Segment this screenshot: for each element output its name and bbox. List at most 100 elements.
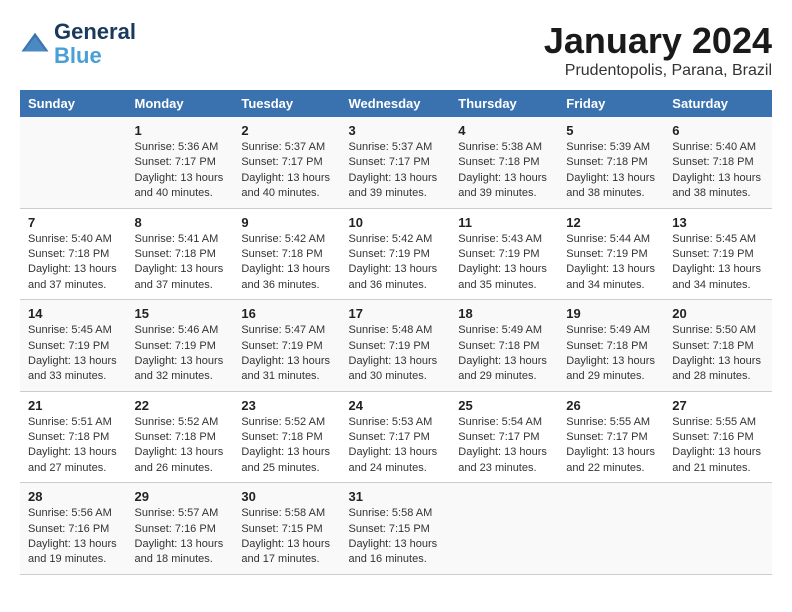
- calendar-week-row: 21 Sunrise: 5:51 AM Sunset: 7:18 PM Dayli…: [20, 391, 772, 483]
- day-number: 20: [672, 306, 764, 321]
- day-info: Sunrise: 5:37 AM Sunset: 7:17 PM Dayligh…: [349, 140, 443, 202]
- day-info: Sunrise: 5:55 AM Sunset: 7:17 PM Dayligh…: [566, 415, 656, 477]
- day-info: Sunrise: 5:41 AM Sunset: 7:18 PM Dayligh…: [135, 232, 226, 294]
- calendar-cell: 20 Sunrise: 5:50 AM Sunset: 7:18 PM Dayli…: [664, 300, 772, 392]
- day-number: 18: [458, 306, 550, 321]
- calendar-cell: [20, 117, 127, 208]
- day-info: Sunrise: 5:54 AM Sunset: 7:17 PM Dayligh…: [458, 415, 550, 477]
- calendar-week-row: 1 Sunrise: 5:36 AM Sunset: 7:17 PM Daylig…: [20, 117, 772, 208]
- calendar-cell: 3Sunrise: 5:37 AM Sunset: 7:17 PM Daylig…: [341, 117, 451, 208]
- calendar-cell: [664, 483, 772, 575]
- calendar-body: 1 Sunrise: 5:36 AM Sunset: 7:17 PM Daylig…: [20, 117, 772, 574]
- column-header-thursday: Thursday: [450, 90, 558, 117]
- day-info: Sunrise: 5:52 AM Sunset: 7:18 PM Dayligh…: [241, 415, 332, 477]
- calendar-cell: 30Sunrise: 5:58 AM Sunset: 7:15 PM Dayli…: [233, 483, 340, 575]
- day-info: Sunrise: 5:55 AM Sunset: 7:16 PM Dayligh…: [672, 415, 764, 477]
- day-number: 25: [458, 398, 550, 413]
- month-title: January 2024: [544, 20, 772, 62]
- calendar-cell: 19 Sunrise: 5:49 AM Sunset: 7:18 PM Dayli…: [558, 300, 664, 392]
- calendar-cell: [450, 483, 558, 575]
- day-info: Sunrise: 5:56 AM Sunset: 7:16 PM Dayligh…: [28, 506, 119, 568]
- calendar-cell: 12Sunrise: 5:44 AM Sunset: 7:19 PM Dayli…: [558, 208, 664, 300]
- calendar-cell: 26 Sunrise: 5:55 AM Sunset: 7:17 PM Dayli…: [558, 391, 664, 483]
- calendar-cell: 28Sunrise: 5:56 AM Sunset: 7:16 PM Dayli…: [20, 483, 127, 575]
- logo-line1: General: [54, 20, 136, 44]
- location: Prudentopolis, Parana, Brazil: [544, 62, 772, 80]
- day-info: Sunrise: 5:37 AM Sunset: 7:17 PM Dayligh…: [241, 140, 332, 202]
- day-number: 8: [135, 215, 226, 230]
- calendar-cell: 31 Sunrise: 5:58 AM Sunset: 7:15 PM Dayli…: [341, 483, 451, 575]
- calendar-cell: 14 Sunrise: 5:45 AM Sunset: 7:19 PM Dayli…: [20, 300, 127, 392]
- calendar-cell: 4Sunrise: 5:38 AM Sunset: 7:18 PM Daylig…: [450, 117, 558, 208]
- day-info: Sunrise: 5:45 AM Sunset: 7:19 PM Dayligh…: [28, 323, 119, 385]
- calendar-week-row: 7 Sunrise: 5:40 AM Sunset: 7:18 PM Daylig…: [20, 208, 772, 300]
- day-info: Sunrise: 5:47 AM Sunset: 7:19 PM Dayligh…: [241, 323, 332, 385]
- day-info: Sunrise: 5:40 AM Sunset: 7:18 PM Dayligh…: [28, 232, 119, 294]
- calendar-cell: 21 Sunrise: 5:51 AM Sunset: 7:18 PM Dayli…: [20, 391, 127, 483]
- column-header-tuesday: Tuesday: [233, 90, 340, 117]
- day-number: 12: [566, 215, 656, 230]
- day-number: 16: [241, 306, 332, 321]
- calendar-cell: 23 Sunrise: 5:52 AM Sunset: 7:18 PM Dayli…: [233, 391, 340, 483]
- day-number: 11: [458, 215, 550, 230]
- day-info: Sunrise: 5:58 AM Sunset: 7:15 PM Dayligh…: [349, 506, 443, 568]
- day-number: 7: [28, 215, 119, 230]
- day-info: Sunrise: 5:42 AM Sunset: 7:18 PM Dayligh…: [241, 232, 332, 294]
- calendar-cell: 9Sunrise: 5:42 AM Sunset: 7:18 PM Daylig…: [233, 208, 340, 300]
- day-number: 10: [349, 215, 443, 230]
- column-header-friday: Friday: [558, 90, 664, 117]
- calendar-cell: [558, 483, 664, 575]
- column-header-saturday: Saturday: [664, 90, 772, 117]
- calendar-cell: 29 Sunrise: 5:57 AM Sunset: 7:16 PM Dayli…: [127, 483, 234, 575]
- day-number: 1: [135, 123, 226, 138]
- day-info: Sunrise: 5:53 AM Sunset: 7:17 PM Dayligh…: [349, 415, 443, 477]
- day-number: 21: [28, 398, 119, 413]
- calendar-cell: 13 Sunrise: 5:45 AM Sunset: 7:19 PM Dayli…: [664, 208, 772, 300]
- calendar-cell: 24 Sunrise: 5:53 AM Sunset: 7:17 PM Dayli…: [341, 391, 451, 483]
- day-number: 24: [349, 398, 443, 413]
- day-number: 23: [241, 398, 332, 413]
- logo-icon: [20, 29, 50, 59]
- page-header: General Blue January 2024 Prudentopolis,…: [20, 20, 772, 80]
- day-number: 29: [135, 489, 226, 504]
- day-info: Sunrise: 5:51 AM Sunset: 7:18 PM Dayligh…: [28, 415, 119, 477]
- day-info: Sunrise: 5:39 AM Sunset: 7:18 PM Dayligh…: [566, 140, 656, 202]
- day-number: 17: [349, 306, 443, 321]
- day-number: 13: [672, 215, 764, 230]
- day-number: 6: [672, 123, 764, 138]
- day-info: Sunrise: 5:49 AM Sunset: 7:18 PM Dayligh…: [566, 323, 656, 385]
- calendar-cell: 7 Sunrise: 5:40 AM Sunset: 7:18 PM Daylig…: [20, 208, 127, 300]
- calendar-cell: 8 Sunrise: 5:41 AM Sunset: 7:18 PM Daylig…: [127, 208, 234, 300]
- day-number: 22: [135, 398, 226, 413]
- day-info: Sunrise: 5:36 AM Sunset: 7:17 PM Dayligh…: [135, 140, 226, 202]
- day-info: Sunrise: 5:38 AM Sunset: 7:18 PM Dayligh…: [458, 140, 550, 202]
- calendar-header-row: SundayMondayTuesdayWednesdayThursdayFrid…: [20, 90, 772, 117]
- logo-text: General Blue: [54, 20, 136, 68]
- day-number: 2: [241, 123, 332, 138]
- day-number: 15: [135, 306, 226, 321]
- day-number: 30: [241, 489, 332, 504]
- column-header-sunday: Sunday: [20, 90, 127, 117]
- calendar-cell: 15Sunrise: 5:46 AM Sunset: 7:19 PM Dayli…: [127, 300, 234, 392]
- logo-line2: Blue: [54, 44, 136, 68]
- day-number: 14: [28, 306, 119, 321]
- column-header-monday: Monday: [127, 90, 234, 117]
- day-number: 26: [566, 398, 656, 413]
- day-number: 19: [566, 306, 656, 321]
- calendar-week-row: 28Sunrise: 5:56 AM Sunset: 7:16 PM Dayli…: [20, 483, 772, 575]
- calendar-week-row: 14 Sunrise: 5:45 AM Sunset: 7:19 PM Dayli…: [20, 300, 772, 392]
- day-info: Sunrise: 5:57 AM Sunset: 7:16 PM Dayligh…: [135, 506, 226, 568]
- day-number: 5: [566, 123, 656, 138]
- day-info: Sunrise: 5:50 AM Sunset: 7:18 PM Dayligh…: [672, 323, 764, 385]
- day-info: Sunrise: 5:48 AM Sunset: 7:19 PM Dayligh…: [349, 323, 443, 385]
- day-info: Sunrise: 5:43 AM Sunset: 7:19 PM Dayligh…: [458, 232, 550, 294]
- calendar-cell: 1 Sunrise: 5:36 AM Sunset: 7:17 PM Daylig…: [127, 117, 234, 208]
- calendar-cell: 18Sunrise: 5:49 AM Sunset: 7:18 PM Dayli…: [450, 300, 558, 392]
- calendar-cell: 25 Sunrise: 5:54 AM Sunset: 7:17 PM Dayli…: [450, 391, 558, 483]
- calendar-cell: 2 Sunrise: 5:37 AM Sunset: 7:17 PM Daylig…: [233, 117, 340, 208]
- day-number: 27: [672, 398, 764, 413]
- day-info: Sunrise: 5:45 AM Sunset: 7:19 PM Dayligh…: [672, 232, 764, 294]
- day-info: Sunrise: 5:52 AM Sunset: 7:18 PM Dayligh…: [135, 415, 226, 477]
- day-number: 31: [349, 489, 443, 504]
- title-section: January 2024 Prudentopolis, Parana, Braz…: [544, 20, 772, 80]
